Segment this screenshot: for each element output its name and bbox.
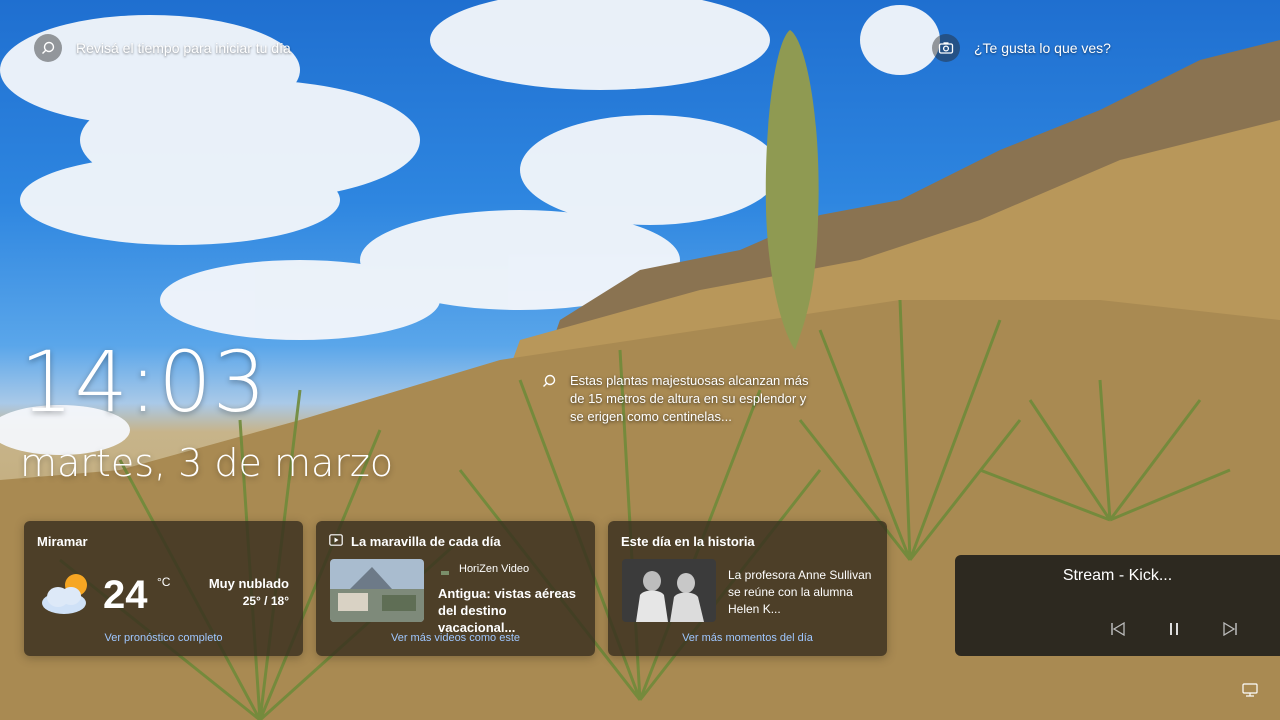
weather-search-button[interactable]: Revisá el tiempo para iniciar tu día: [34, 34, 291, 62]
wallpaper-caption[interactable]: Estas plantas majestuosas alcanzan más d…: [542, 372, 812, 426]
weather-range: 25° / 18°: [242, 594, 289, 608]
next-track-button[interactable]: [1220, 621, 1240, 641]
weather-search-label: Revisá el tiempo para iniciar tu día: [76, 40, 291, 56]
history-card-title: Este día en la historia: [621, 534, 755, 549]
search-icon: [542, 374, 556, 426]
network-icon[interactable]: [1242, 683, 1258, 702]
pause-button[interactable]: [1164, 622, 1184, 641]
media-title: Stream - Kick...: [1062, 567, 1173, 584]
history-card[interactable]: Este día en la historia La profesora Ann…: [608, 521, 887, 656]
weather-condition: Muy nublado: [208, 576, 289, 591]
previous-icon: [1110, 621, 1126, 641]
video-headline: Antigua: vistas aéreas del destino vacac…: [438, 586, 577, 635]
weather-card[interactable]: Miramar 24 °C Muy nublado 25° / 18° Ver …: [24, 521, 303, 656]
caption-text: Estas plantas majestuosas alcanzan más d…: [570, 373, 809, 424]
history-text: La profesora Anne Sullivan se reúne con …: [728, 568, 872, 616]
media-controls: Stream - Kick...: [955, 555, 1280, 656]
previous-track-button[interactable]: [1108, 621, 1128, 641]
video-card-title: La maravilla de cada día: [351, 534, 501, 549]
clock-date: martes, 3 de marzo: [20, 441, 394, 485]
weather-unit: °C: [157, 575, 171, 589]
more-videos-link[interactable]: Ver más videos como este: [316, 632, 595, 644]
partly-cloudy-icon: [36, 569, 96, 624]
weather-temperature: 24: [103, 573, 148, 617]
clock-time: 14:03: [20, 333, 268, 431]
next-icon: [1222, 621, 1238, 641]
camera-icon: [932, 34, 960, 62]
weather-location: Miramar: [37, 534, 88, 549]
more-moments-link[interactable]: Ver más momentos del día: [608, 632, 887, 644]
video-source-icon: [440, 565, 450, 583]
weather-forecast-link[interactable]: Ver pronóstico completo: [24, 632, 303, 644]
video-thumbnail[interactable]: [330, 559, 424, 622]
video-card[interactable]: La maravilla de cada día HoriZen Video A…: [316, 521, 595, 656]
search-icon: [34, 34, 62, 62]
video-source: HoriZen Video: [459, 563, 530, 575]
history-thumbnail[interactable]: [622, 559, 716, 622]
video-card-header: La maravilla de cada día: [329, 534, 501, 549]
pause-icon: [1168, 622, 1180, 641]
video-icon: [329, 534, 343, 549]
like-wallpaper-label: ¿Te gusta lo que ves?: [974, 40, 1111, 56]
like-wallpaper-button[interactable]: ¿Te gusta lo que ves?: [932, 34, 1111, 62]
